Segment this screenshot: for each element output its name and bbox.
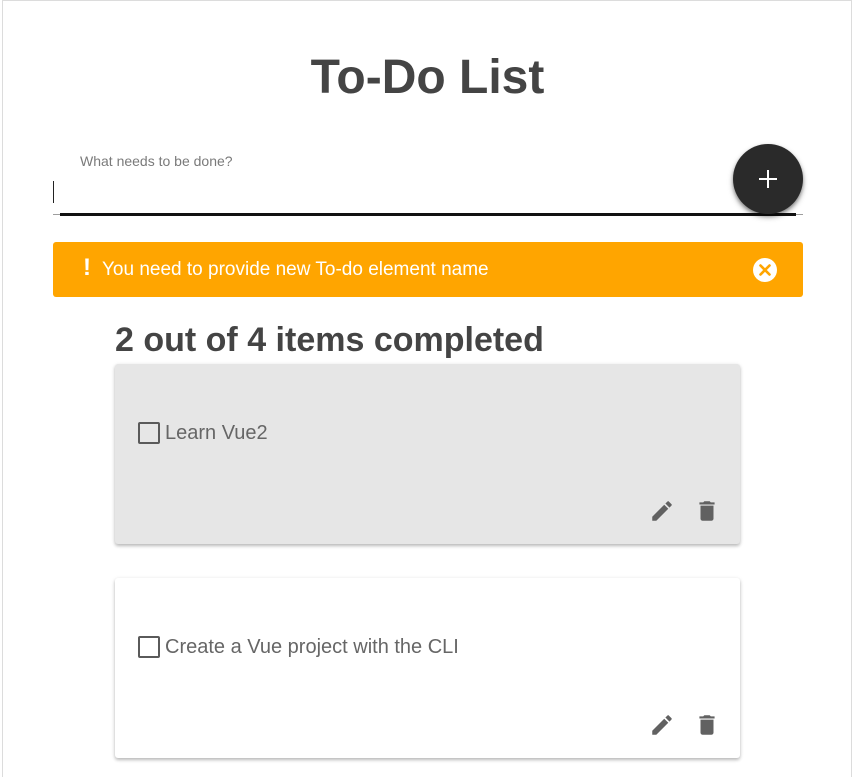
todo-card: Learn Vue2 — [115, 364, 740, 544]
edit-todo-button[interactable] — [648, 497, 676, 525]
todo-checkbox[interactable] — [138, 636, 160, 658]
add-todo-button[interactable] — [733, 144, 803, 214]
delete-todo-button[interactable] — [693, 497, 721, 525]
text-caret — [53, 181, 54, 203]
pencil-icon — [652, 501, 672, 521]
todo-text: Learn Vue2 — [165, 422, 268, 444]
delete-todo-button[interactable] — [693, 711, 721, 739]
new-todo-field[interactable]: What needs to be done? — [53, 140, 803, 220]
todo-text: Create a Vue project with the CLI — [165, 636, 459, 658]
alert-close-button[interactable] — [752, 257, 778, 283]
todo-card: Create a Vue project with the CLI — [115, 578, 740, 758]
edit-todo-button[interactable] — [648, 711, 676, 739]
close-circle-icon — [753, 258, 777, 282]
exclamation-icon: ! — [83, 254, 91, 281]
new-todo-label: What needs to be done? — [80, 153, 233, 169]
completion-summary: 2 out of 4 items completed — [115, 321, 544, 359]
trash-icon — [699, 501, 715, 521]
todo-checkbox[interactable] — [138, 422, 160, 444]
alert-message: You need to provide new To-do element na… — [102, 259, 489, 280]
trash-icon — [699, 715, 715, 735]
input-underline-active — [60, 213, 796, 216]
new-todo-input[interactable] — [53, 172, 795, 210]
validation-alert: ! You need to provide new To-do element … — [53, 242, 803, 297]
pencil-icon — [652, 715, 672, 735]
page-title: To-Do List — [310, 51, 545, 104]
plus-icon — [759, 170, 777, 188]
